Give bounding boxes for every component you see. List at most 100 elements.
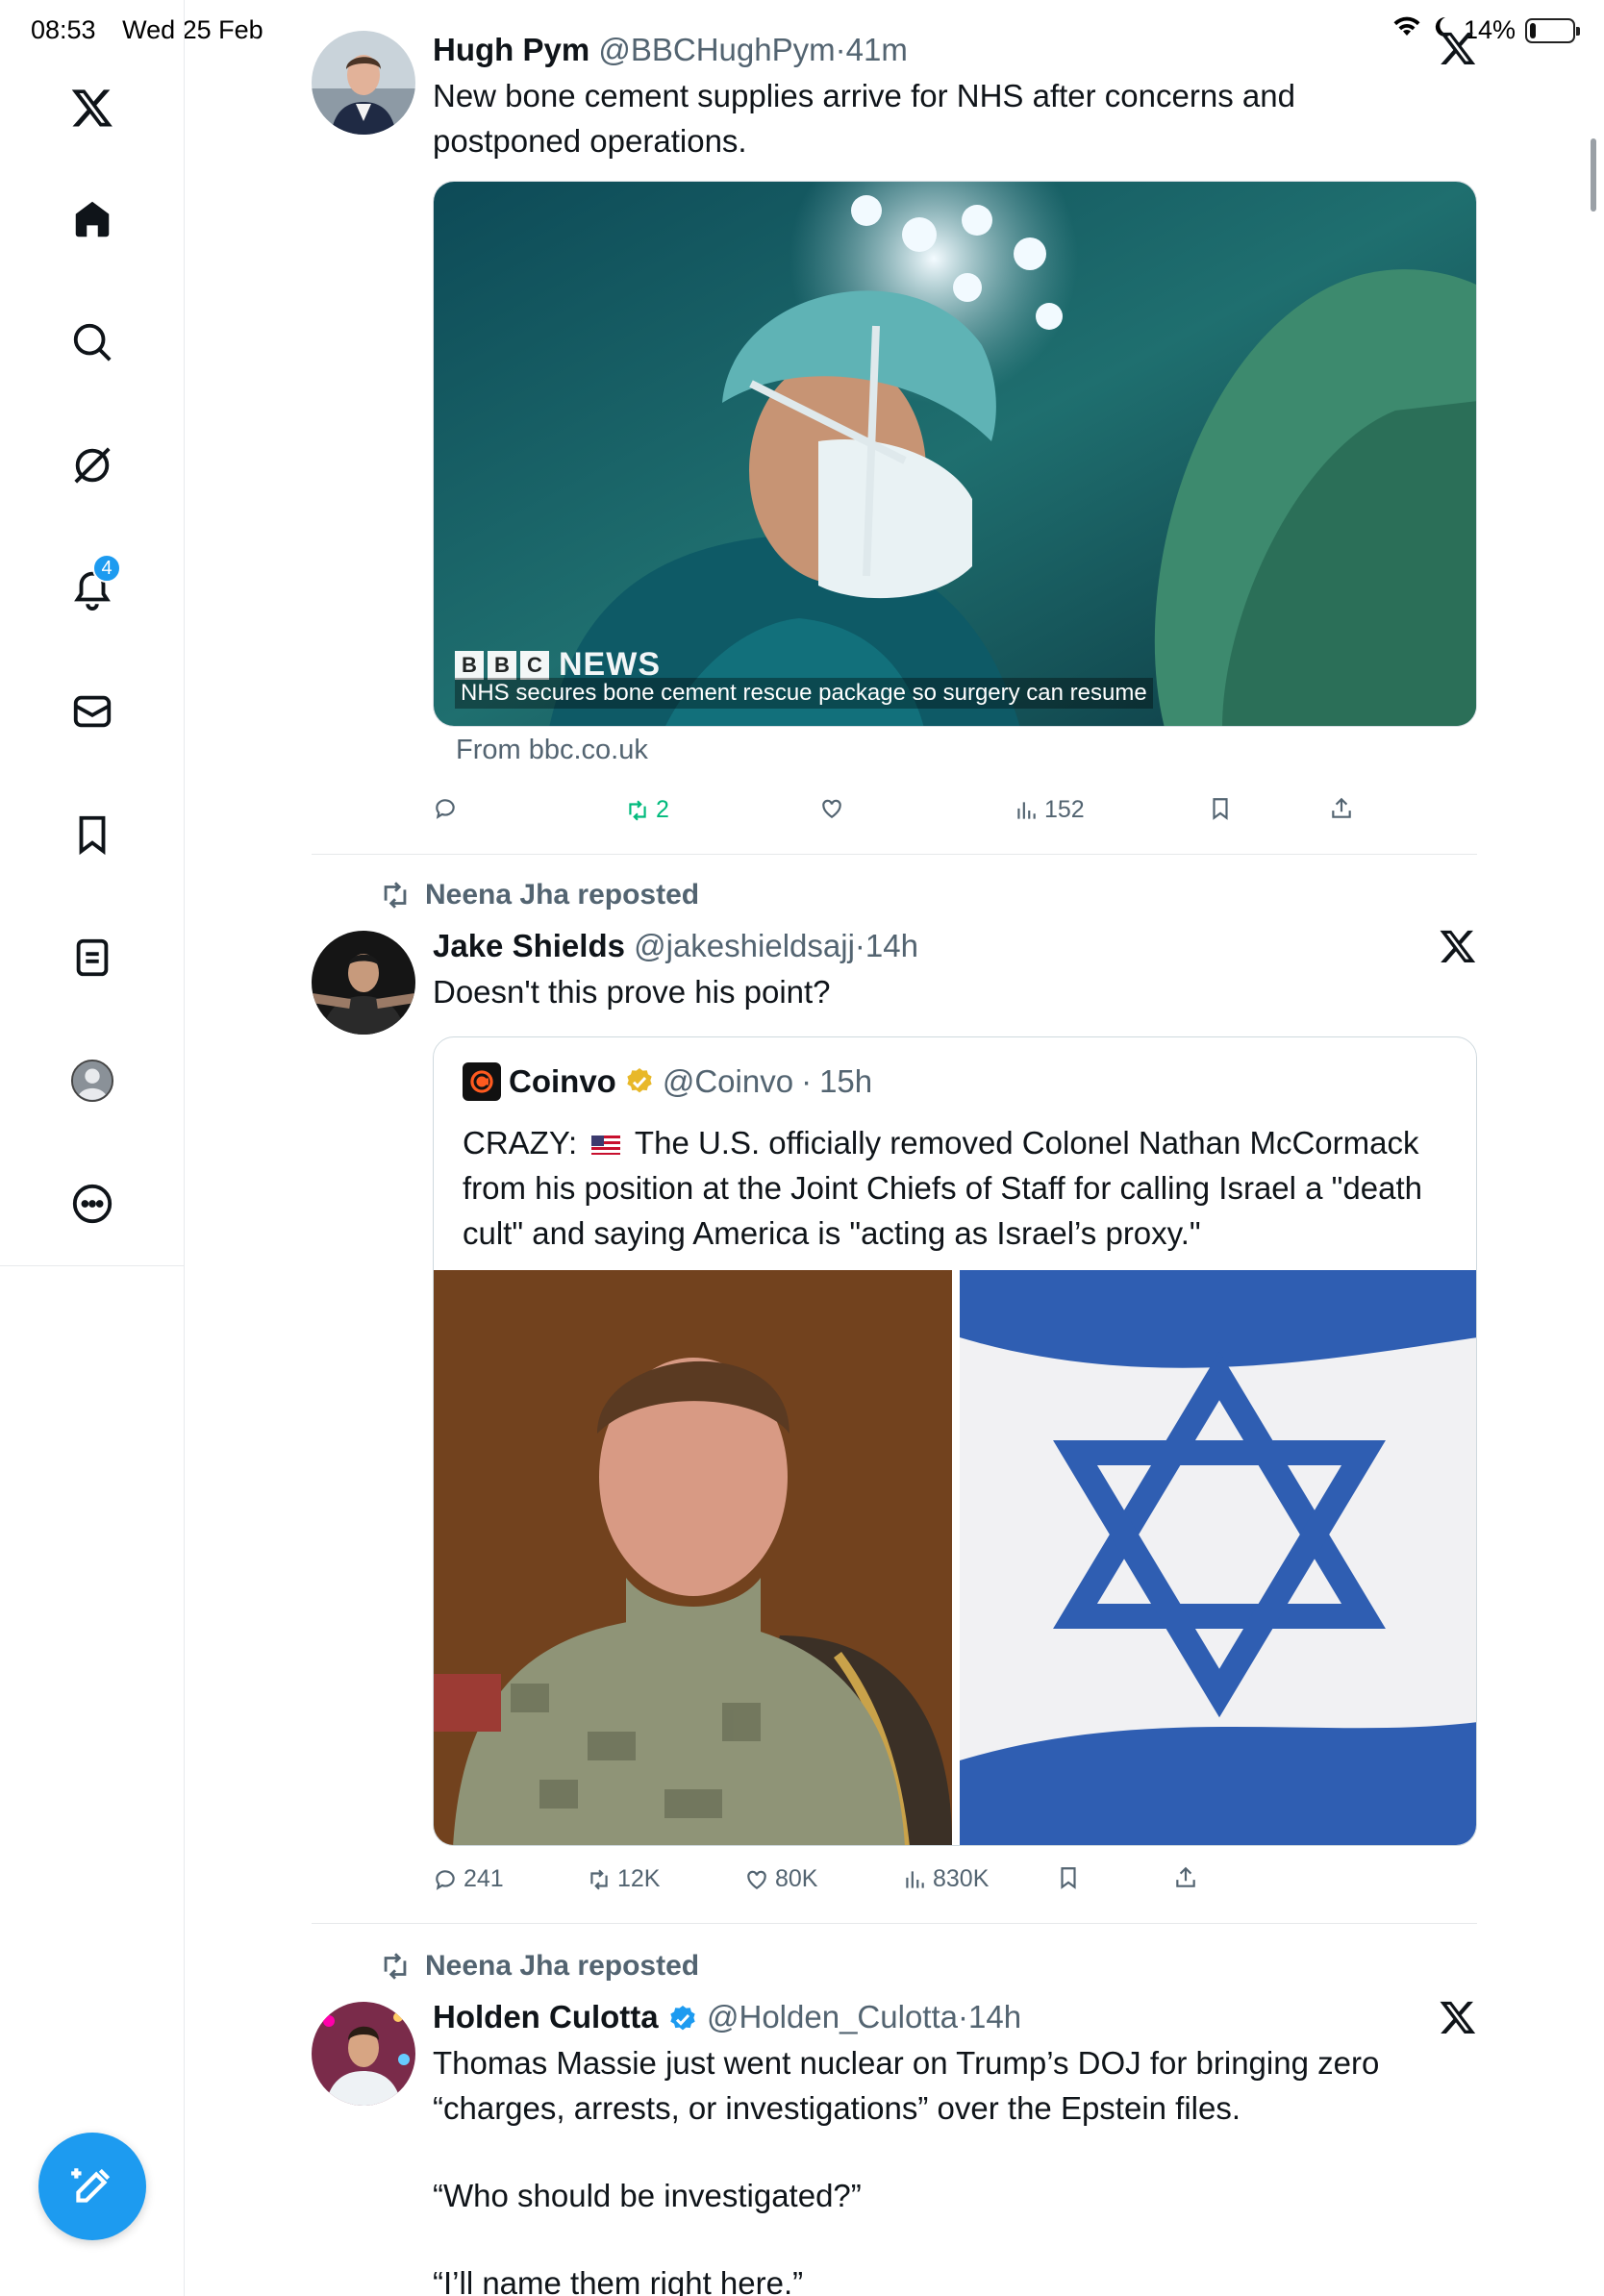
tweet-text: Doesn't this prove his point? xyxy=(433,974,831,1010)
quote-author-name: Coinvo xyxy=(509,1063,616,1099)
bookmark-button[interactable] xyxy=(1056,1865,1081,1890)
tweet-text: “I’ll name them right here.” xyxy=(433,2265,804,2296)
x-logo-icon[interactable] xyxy=(62,77,123,138)
avatar[interactable] xyxy=(312,931,415,1035)
link-card-title: NHS secures bone cement rescue package s… xyxy=(455,678,1153,709)
repost-context[interactable]: Neena Jha reposted xyxy=(379,879,699,911)
compose-icon xyxy=(71,2168,111,2203)
quote-text: CRAZY: The U.S. officially removed Colon… xyxy=(463,1125,1422,1251)
bookmark-button[interactable] xyxy=(1208,796,1233,821)
dot-separator: · xyxy=(958,1999,968,2034)
repost-button[interactable]: 2 xyxy=(625,796,669,824)
repost-button[interactable]: 12K xyxy=(587,1865,660,1893)
author-name[interactable]: Holden Culotta xyxy=(433,1999,659,2034)
tweet-text: New bone cement supplies arrive for NHS … xyxy=(433,78,1295,159)
tweet-time[interactable]: 14h xyxy=(968,1999,1021,2034)
like-count: 80K xyxy=(775,1865,818,1892)
lists-icon[interactable] xyxy=(62,927,123,988)
repost-count: 2 xyxy=(656,796,669,823)
author-name[interactable]: Hugh Pym xyxy=(433,32,589,67)
us-flag-emoji xyxy=(591,1136,621,1156)
notifications-icon[interactable]: 4 xyxy=(62,554,123,619)
share-icon xyxy=(1176,1866,1195,1887)
heart-icon xyxy=(747,1870,766,1889)
repost-count: 12K xyxy=(617,1865,661,1892)
tweet[interactable]: Neena Jha reposted Holden Culotta @Holde… xyxy=(312,1946,1477,2296)
reply-button[interactable] xyxy=(433,796,464,821)
tweet[interactable]: Hugh Pym @BBCHughPym·41m New bone cement… xyxy=(312,27,1477,854)
messages-icon[interactable] xyxy=(62,681,123,742)
bookmark-icon xyxy=(1213,798,1228,820)
dot-separator: · xyxy=(854,928,865,963)
coinvo-logo xyxy=(463,1062,501,1101)
share-icon xyxy=(1332,797,1351,818)
reply-button[interactable]: 241 xyxy=(433,1865,504,1893)
repost-icon xyxy=(384,882,407,909)
tweet-header: Hugh Pym @BBCHughPym·41m xyxy=(433,27,1477,73)
quoted-tweet[interactable]: Coinvo @Coinvo · 15h CRAZY: The U.S. offic… xyxy=(433,1036,1477,1846)
reply-icon xyxy=(436,1869,455,1890)
tweet[interactable]: Neena Jha reposted Jake Shields @jakeshi… xyxy=(312,875,1477,1894)
like-button[interactable]: 80K xyxy=(744,1865,817,1893)
link-source[interactable]: From bbc.co.uk xyxy=(456,735,648,766)
dot-separator: · xyxy=(801,1063,813,1099)
views-button[interactable]: 152 xyxy=(1014,796,1085,824)
reply-icon xyxy=(436,799,455,819)
compose-post-button[interactable] xyxy=(38,2133,146,2240)
tweet-actions: 2 152 xyxy=(433,796,1477,835)
avatar[interactable] xyxy=(312,31,415,135)
dot-separator: · xyxy=(835,32,846,67)
home-icon[interactable] xyxy=(62,188,123,250)
share-button[interactable] xyxy=(1173,1865,1198,1890)
israel-flag-image[interactable] xyxy=(960,1270,1476,1845)
soldier-photo[interactable] xyxy=(434,1270,952,1845)
heart-icon xyxy=(822,799,841,818)
author-handle[interactable]: @BBCHughPym xyxy=(598,32,835,67)
tweet-divider xyxy=(312,1923,1477,1924)
repost-icon xyxy=(384,1953,407,1980)
link-card-image[interactable]: B B C NEWS NHS secures bone cement rescu… xyxy=(433,181,1477,727)
quote-media xyxy=(434,1270,1476,1845)
tweet-header: Jake Shields @jakeshieldsajj·14h xyxy=(433,923,1477,969)
grok-x-icon[interactable] xyxy=(1439,29,1477,67)
bookmarks-icon[interactable] xyxy=(62,804,123,865)
tweet-time[interactable]: 14h xyxy=(865,928,918,963)
views-count: 830K xyxy=(933,1865,990,1892)
grok-x-icon[interactable] xyxy=(1439,927,1477,965)
avatar[interactable] xyxy=(312,2002,415,2106)
tweet-text: Thomas Massie just went nuclear on Trump… xyxy=(433,2045,1380,2126)
tweet-divider xyxy=(312,854,1477,855)
search-icon[interactable] xyxy=(62,312,123,373)
reply-count: 241 xyxy=(464,1865,504,1892)
scrollbar[interactable] xyxy=(1591,138,1596,212)
like-button[interactable] xyxy=(819,796,850,821)
views-icon xyxy=(1017,801,1036,819)
repost-icon xyxy=(629,799,646,821)
repost-icon xyxy=(590,1868,608,1890)
sidebar-divider xyxy=(0,1265,185,1266)
author-handle[interactable]: @Holden_Culotta xyxy=(707,1999,958,2034)
tweet-header: Holden Culotta @Holden_Culotta·14h xyxy=(433,1994,1477,2040)
tweet-actions: 241 12K 80K 830K xyxy=(433,1865,1477,1904)
share-button[interactable] xyxy=(1329,796,1354,821)
grok-x-icon[interactable] xyxy=(1439,1998,1477,2036)
author-name[interactable]: Jake Shields xyxy=(433,928,625,963)
tweet-text: “Who should be investigated?” xyxy=(433,2178,862,2213)
profile-icon[interactable] xyxy=(62,1050,123,1111)
tweet-time[interactable]: 41m xyxy=(846,32,908,67)
views-icon xyxy=(906,1870,924,1888)
sidebar: 4 xyxy=(0,0,185,2296)
grok-icon[interactable] xyxy=(62,435,123,496)
bookmark-icon xyxy=(1061,1867,1076,1889)
quote-time: 15h xyxy=(819,1063,873,1099)
views-count: 152 xyxy=(1044,796,1085,823)
gold-verified-icon xyxy=(627,1068,652,1093)
views-button[interactable]: 830K xyxy=(902,1865,989,1893)
blue-verified-icon xyxy=(670,2006,695,2031)
quote-author-handle: @Coinvo xyxy=(662,1063,794,1099)
more-icon[interactable] xyxy=(62,1173,123,1235)
author-handle[interactable]: @jakeshieldsajj xyxy=(634,928,855,963)
notifications-badge: 4 xyxy=(92,554,121,583)
repost-context[interactable]: Neena Jha reposted xyxy=(379,1950,699,1983)
quote-header: Coinvo @Coinvo · 15h xyxy=(463,1062,872,1101)
